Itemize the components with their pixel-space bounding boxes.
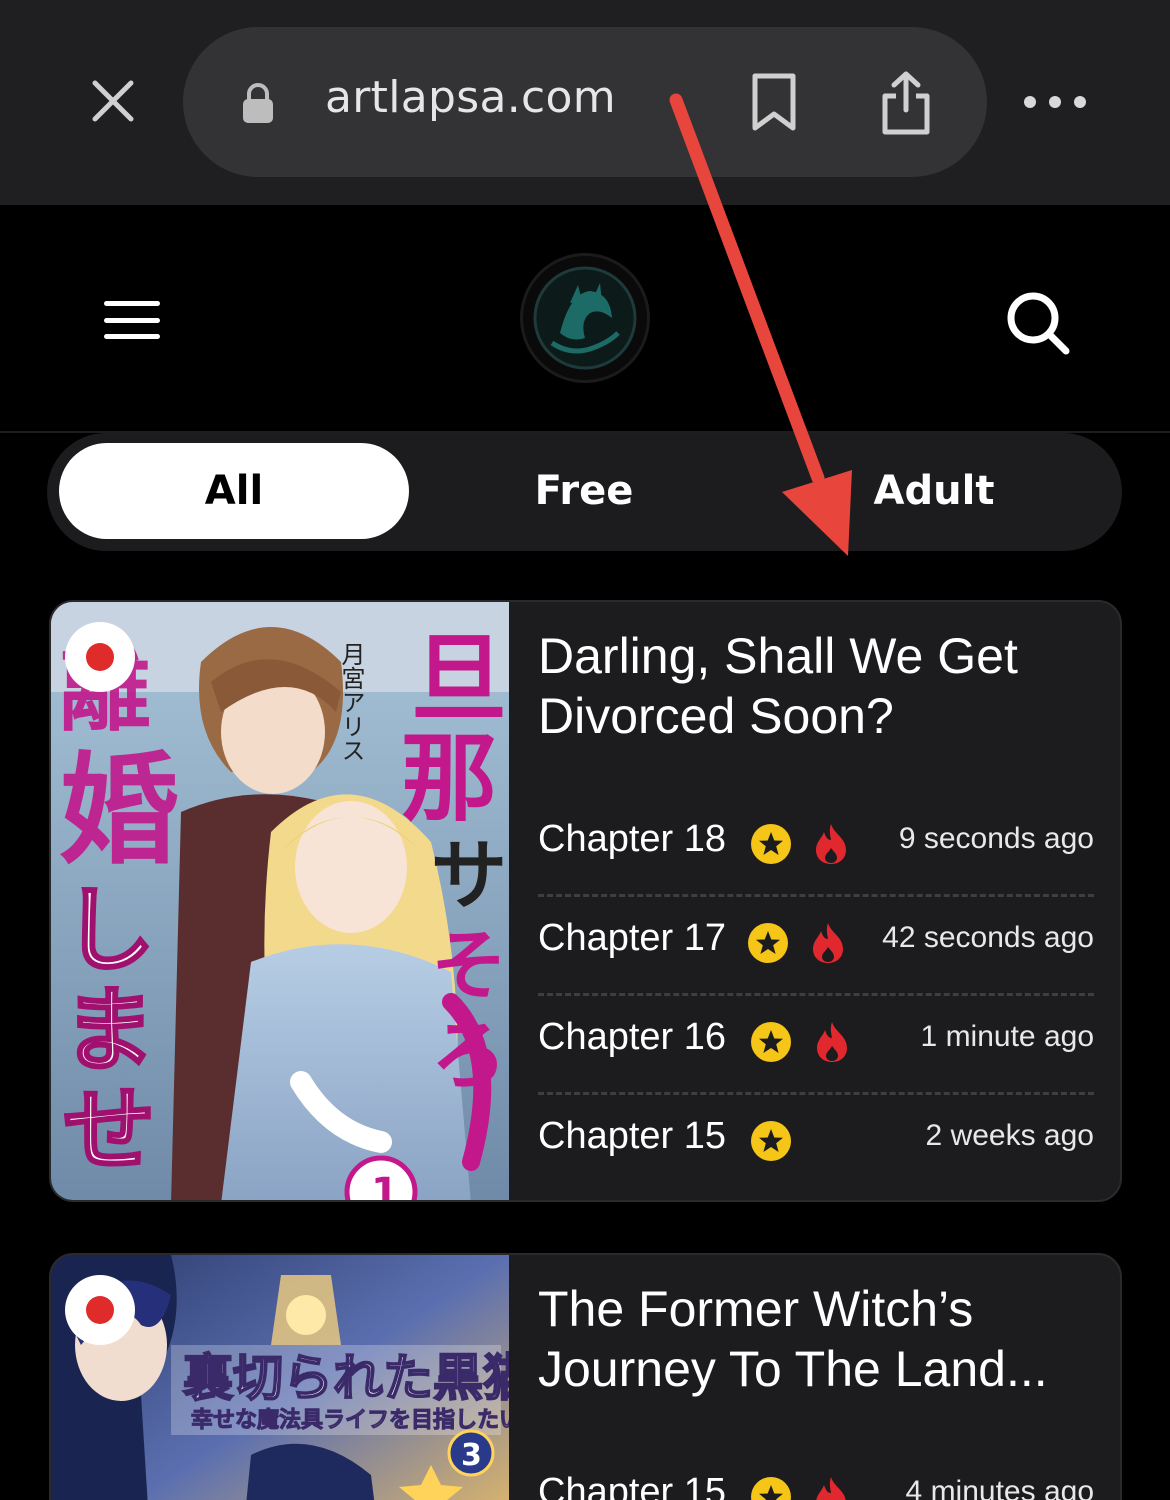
svg-text:婚: 婚 xyxy=(59,742,179,881)
more-icon[interactable] xyxy=(1024,88,1086,116)
tab-free[interactable]: Free xyxy=(409,443,759,539)
star-badge-icon xyxy=(751,1121,791,1161)
fire-icon xyxy=(813,923,843,963)
star-badge-icon xyxy=(748,923,788,963)
japan-flag-icon xyxy=(65,622,135,692)
chapter-label[interactable]: Chapter 16 xyxy=(538,1016,726,1059)
search-icon[interactable] xyxy=(1002,287,1074,359)
svg-text:1: 1 xyxy=(371,1170,399,1200)
svg-text:サ: サ xyxy=(431,831,507,920)
chapter-label[interactable]: Chapter 15 xyxy=(538,1471,726,1500)
browser-toolbar: artlapsa.com xyxy=(0,0,1170,205)
svg-text:せ: せ xyxy=(63,1077,155,1184)
tab-all[interactable]: All xyxy=(59,443,409,539)
svg-text:幸せな魔法具ライフを目指したい: 幸せな魔法具ライフを目指したい xyxy=(191,1407,509,1433)
chapter-row[interactable]: Chapter 18 9 seconds ago xyxy=(538,798,1094,897)
chapter-time: 42 seconds ago xyxy=(882,921,1094,954)
series-cover-image[interactable]: 裏切られた黒猫 幸せな魔法具ライフを目指したい 3 xyxy=(51,1255,509,1500)
fire-icon xyxy=(816,1477,846,1500)
svg-text:ま: ま xyxy=(63,977,155,1084)
hamburger-menu-icon[interactable] xyxy=(104,301,160,339)
star-badge-icon xyxy=(751,824,791,864)
series-cover-image[interactable]: 離 婚 し ま せ 旦 那 サ そ ろ 月宮アリス 1 xyxy=(51,602,509,1200)
series-card[interactable]: 離 婚 し ま せ 旦 那 サ そ ろ 月宮アリス 1 Darling, Sha… xyxy=(49,600,1122,1202)
url-text[interactable]: artlapsa.com xyxy=(325,72,616,123)
close-icon[interactable] xyxy=(86,74,140,128)
series-title[interactable]: The Former Witch’s Journey To The Land..… xyxy=(538,1279,1098,1399)
chapter-time: 2 weeks ago xyxy=(925,1119,1094,1152)
chapter-label[interactable]: Chapter 17 xyxy=(538,917,726,960)
japan-flag-icon xyxy=(65,1275,135,1345)
fire-icon xyxy=(816,824,846,864)
bookmark-icon[interactable] xyxy=(750,72,798,132)
chapter-row[interactable]: Chapter 17 42 seconds ago xyxy=(538,897,1094,996)
site-logo[interactable] xyxy=(520,253,650,383)
chapter-label[interactable]: Chapter 15 xyxy=(538,1115,726,1158)
chapter-row[interactable]: Chapter 15 2 weeks ago xyxy=(538,1095,1094,1194)
chapter-row[interactable]: Chapter 16 1 minute ago xyxy=(538,996,1094,1095)
chapter-label[interactable]: Chapter 18 xyxy=(538,818,726,861)
chapter-time: 9 seconds ago xyxy=(898,822,1094,855)
chapter-time: 1 minute ago xyxy=(920,1020,1094,1053)
tab-adult[interactable]: Adult xyxy=(759,443,1109,539)
site-header xyxy=(0,205,1170,433)
svg-text:し: し xyxy=(63,877,155,984)
svg-text:那: 那 xyxy=(401,723,497,835)
lock-icon xyxy=(240,82,276,124)
series-title[interactable]: Darling, Shall We Get Divorced Soon? xyxy=(538,626,1098,746)
share-icon[interactable] xyxy=(878,70,934,136)
svg-text:旦: 旦 xyxy=(411,623,507,735)
series-card[interactable]: 裏切られた黒猫 幸せな魔法具ライフを目指したい 3 The Former Wit… xyxy=(49,1253,1122,1500)
chapter-time: 4 minutes ago xyxy=(905,1475,1094,1500)
fire-icon xyxy=(817,1022,847,1062)
star-badge-icon xyxy=(751,1022,791,1062)
svg-text:月宮アリス: 月宮アリス xyxy=(337,642,365,762)
svg-text:裏切られた黒猫: 裏切られた黒猫 xyxy=(183,1348,509,1407)
star-badge-icon xyxy=(751,1477,791,1500)
svg-text:3: 3 xyxy=(461,1438,482,1473)
svg-text:そ: そ xyxy=(431,921,507,1010)
chapter-row[interactable]: Chapter 15 4 minutes ago xyxy=(538,1451,1094,1500)
filter-tabs: All Free Adult xyxy=(47,433,1122,551)
